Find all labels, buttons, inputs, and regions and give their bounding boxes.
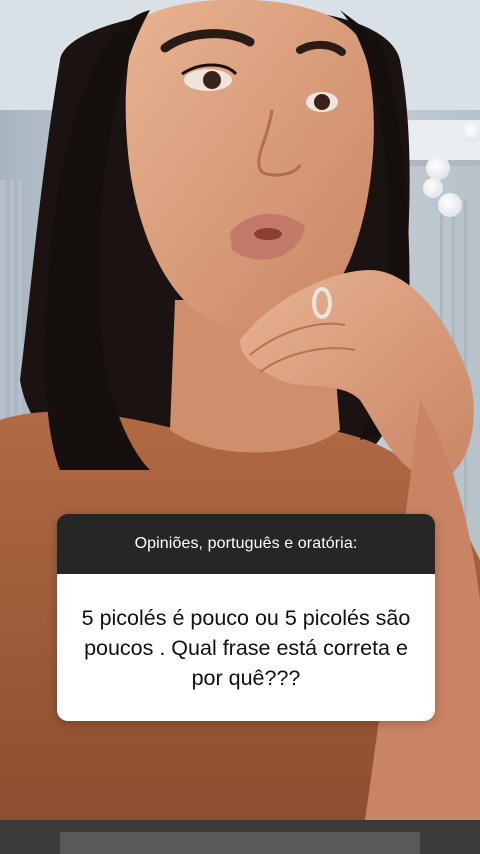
story-frame: Opiniões, português e oratória: 5 picolé…: [0, 0, 480, 854]
question-sticker-header: Opiniões, português e oratória:: [57, 514, 435, 574]
background-photo: [0, 0, 480, 854]
question-answer: 5 picolés é pouco ou 5 picolés são pouco…: [81, 605, 411, 690]
question-prompt: Opiniões, português e oratória:: [134, 535, 358, 552]
question-sticker-body: 5 picolés é pouco ou 5 picolés são pouco…: [57, 574, 435, 721]
question-sticker[interactable]: Opiniões, português e oratória: 5 picolé…: [57, 514, 435, 721]
